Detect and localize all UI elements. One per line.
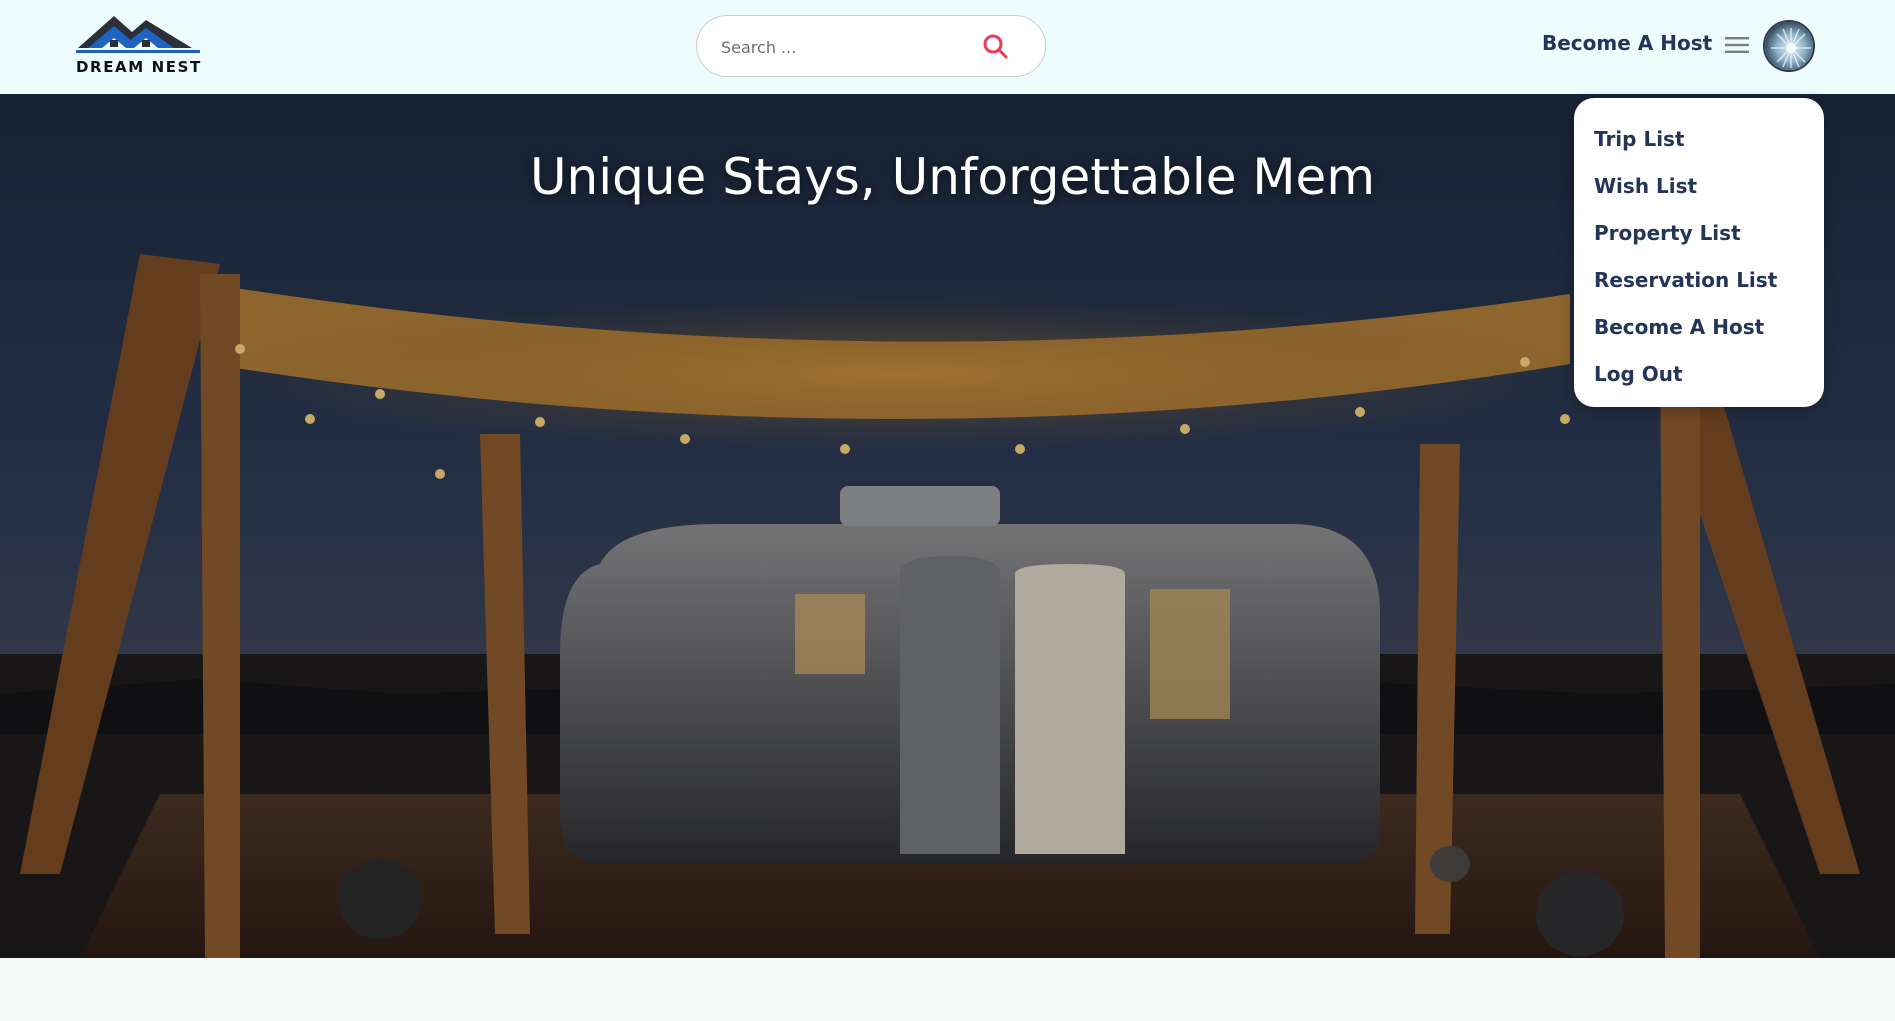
brand-name: DREAM NEST — [76, 58, 202, 76]
search-icon[interactable] — [981, 32, 1009, 60]
search-input[interactable] — [721, 34, 951, 60]
avatar-image — [1765, 22, 1813, 70]
user-avatar[interactable] — [1763, 20, 1815, 72]
menu-item-trip-list[interactable]: Trip List — [1574, 116, 1824, 163]
search-bar — [696, 15, 1046, 77]
account-dropdown-menu: Trip List Wish List Property List Reserv… — [1574, 98, 1824, 407]
menu-item-become-host[interactable]: Become A Host — [1574, 304, 1824, 351]
menu-item-wish-list[interactable]: Wish List — [1574, 163, 1824, 210]
become-host-link[interactable]: Become A Host — [1542, 31, 1712, 55]
top-navbar: DREAM NEST Become A Host — [0, 0, 1895, 94]
page-bottom-area — [0, 958, 1895, 1021]
house-mountain-icon — [76, 16, 200, 53]
hamburger-menu-icon[interactable] — [1724, 34, 1750, 56]
brand-logo[interactable]: DREAM NEST — [74, 10, 200, 78]
menu-item-property-list[interactable]: Property List — [1574, 210, 1824, 257]
menu-item-log-out[interactable]: Log Out — [1574, 351, 1824, 398]
menu-item-reservation-list[interactable]: Reservation List — [1574, 257, 1824, 304]
